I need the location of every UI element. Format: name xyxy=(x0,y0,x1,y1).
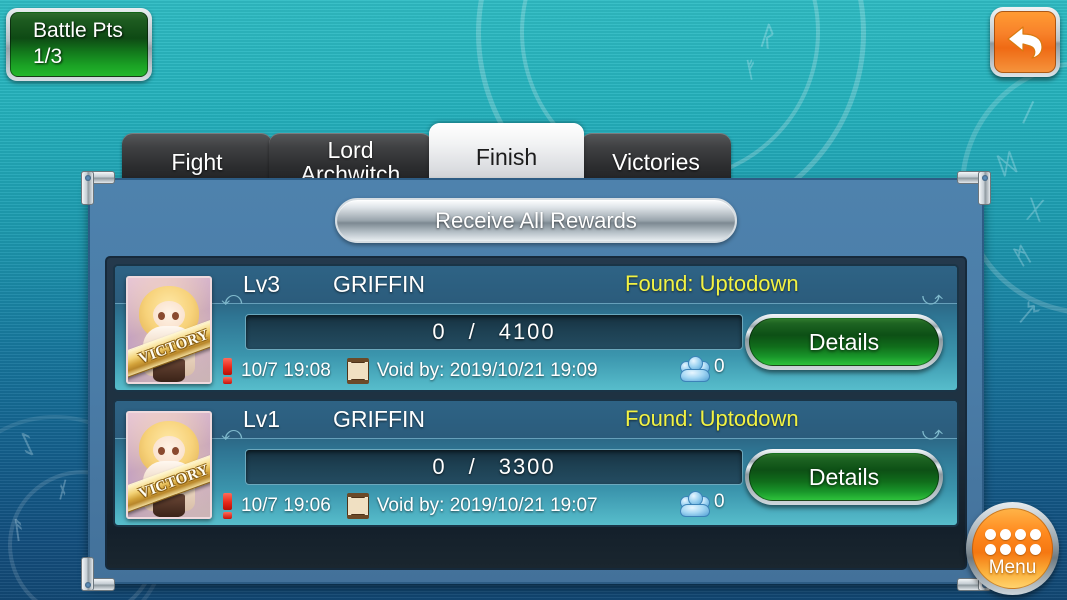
character-thumbnail[interactable]: VICTORY xyxy=(126,411,212,519)
reward-list[interactable]: VICTORY Lv3 GRIFFIN Found: Uptodown ⤺ ⤻ … xyxy=(105,256,967,570)
card-art-eye xyxy=(157,447,165,456)
reward-found-by: Found: Uptodown xyxy=(625,271,799,296)
progress-total: 3300 xyxy=(498,454,556,479)
tab-victories-label: Victories xyxy=(612,149,700,175)
reward-meta-row: 10/7 19:08 Void by: 2019/10/21 19:09 xyxy=(223,358,598,384)
reward-card[interactable]: VICTORY Lv1 GRIFFIN Found: Uptodown ⤺ ⤻ … xyxy=(113,399,959,527)
rewards-panel: Receive All Rewards VICTORY Lv3 GRIFFIN … xyxy=(81,171,991,591)
reward-enemy-name: GRIFFIN xyxy=(333,406,425,432)
character-thumbnail[interactable]: VICTORY xyxy=(126,276,212,384)
reward-enemy-name: GRIFFIN xyxy=(333,271,425,297)
damage-progress-bar: 0 / 4100 xyxy=(245,314,743,350)
flourish-ornament-icon: ⤺ xyxy=(221,423,243,445)
hourglass-icon xyxy=(346,358,369,384)
participants-count: 0 xyxy=(714,491,725,512)
flourish-ornament-icon: ⤻ xyxy=(921,288,943,310)
tab-fight-label: Fight xyxy=(171,149,223,175)
reward-card[interactable]: VICTORY Lv3 GRIFFIN Found: Uptodown ⤺ ⤻ … xyxy=(113,264,959,392)
battle-points-label: Battle Pts xyxy=(33,19,123,42)
details-button-face: Details xyxy=(749,318,939,366)
menu-button[interactable]: Menu xyxy=(966,502,1059,595)
details-button-label: Details xyxy=(808,328,880,355)
participants-count: 0 xyxy=(714,356,725,377)
details-button-face: Details xyxy=(749,453,939,501)
flourish-ornament-icon: ⤻ xyxy=(921,423,943,445)
reward-level: Lv1 xyxy=(243,406,281,432)
rune-glyph: ᛠ xyxy=(1012,298,1042,330)
progress-separator: / xyxy=(468,454,477,479)
menu-button-face: Menu xyxy=(972,508,1053,589)
hourglass-icon xyxy=(346,493,369,519)
receive-all-rewards-button[interactable]: Receive All Rewards xyxy=(335,198,737,243)
progress-total: 4100 xyxy=(498,319,556,344)
participants-group-icon xyxy=(680,491,712,517)
reward-level: Lv3 xyxy=(243,271,281,297)
damage-progress-bar: 0 / 3300 xyxy=(245,449,743,485)
panel-corner-bracket xyxy=(81,171,115,205)
participants-group-icon xyxy=(680,356,712,382)
receive-all-rewards-row: Receive All Rewards xyxy=(90,198,982,243)
tab-finish-label: Finish xyxy=(475,144,538,170)
progress-separator: / xyxy=(468,319,477,344)
panel-corner-bracket xyxy=(81,557,115,591)
reward-timestamp: 10/7 19:08 xyxy=(241,360,331,381)
details-button-label: Details xyxy=(808,463,880,490)
details-button[interactable]: Details xyxy=(745,449,943,505)
receive-all-rewards-label: Receive All Rewards xyxy=(435,207,637,233)
flourish-ornament-icon: ⤺ xyxy=(221,288,243,310)
reward-timestamp: 10/7 19:06 xyxy=(241,495,331,516)
back-arrow-icon xyxy=(1007,26,1043,59)
panel-corner-bracket xyxy=(957,171,991,205)
reward-void-by: Void by: 2019/10/21 19:07 xyxy=(376,495,598,516)
battle-points-value: 1/3 xyxy=(33,45,63,68)
battle-points-badge: Battle Pts 1/3 xyxy=(6,8,152,81)
progress-current: 0 xyxy=(432,454,447,479)
back-button-face xyxy=(994,11,1056,73)
grid-dots-icon xyxy=(984,528,1041,555)
card-art-eye xyxy=(157,312,165,321)
back-button[interactable] xyxy=(990,7,1060,77)
alert-exclamation-icon xyxy=(223,358,232,384)
reward-meta-row: 10/7 19:06 Void by: 2019/10/21 19:07 xyxy=(223,493,598,519)
battle-points-inner: Battle Pts 1/3 xyxy=(10,12,148,77)
reward-void-by: Void by: 2019/10/21 19:09 xyxy=(376,360,598,381)
game-screen: ᚱ ᚠ ᛁ ᛞ ᚷ ᛗ ᛠ ᛇ ᚾ ᚨ Battle Pts 1/3 Fight… xyxy=(0,0,1067,600)
reward-found-by: Found: Uptodown xyxy=(625,406,799,431)
alert-exclamation-icon xyxy=(223,493,232,519)
details-button[interactable]: Details xyxy=(745,314,943,370)
progress-current: 0 xyxy=(432,319,447,344)
tab-lord-archwitch-label-line1: Lord xyxy=(327,137,374,163)
menu-button-label: Menu xyxy=(988,556,1037,578)
